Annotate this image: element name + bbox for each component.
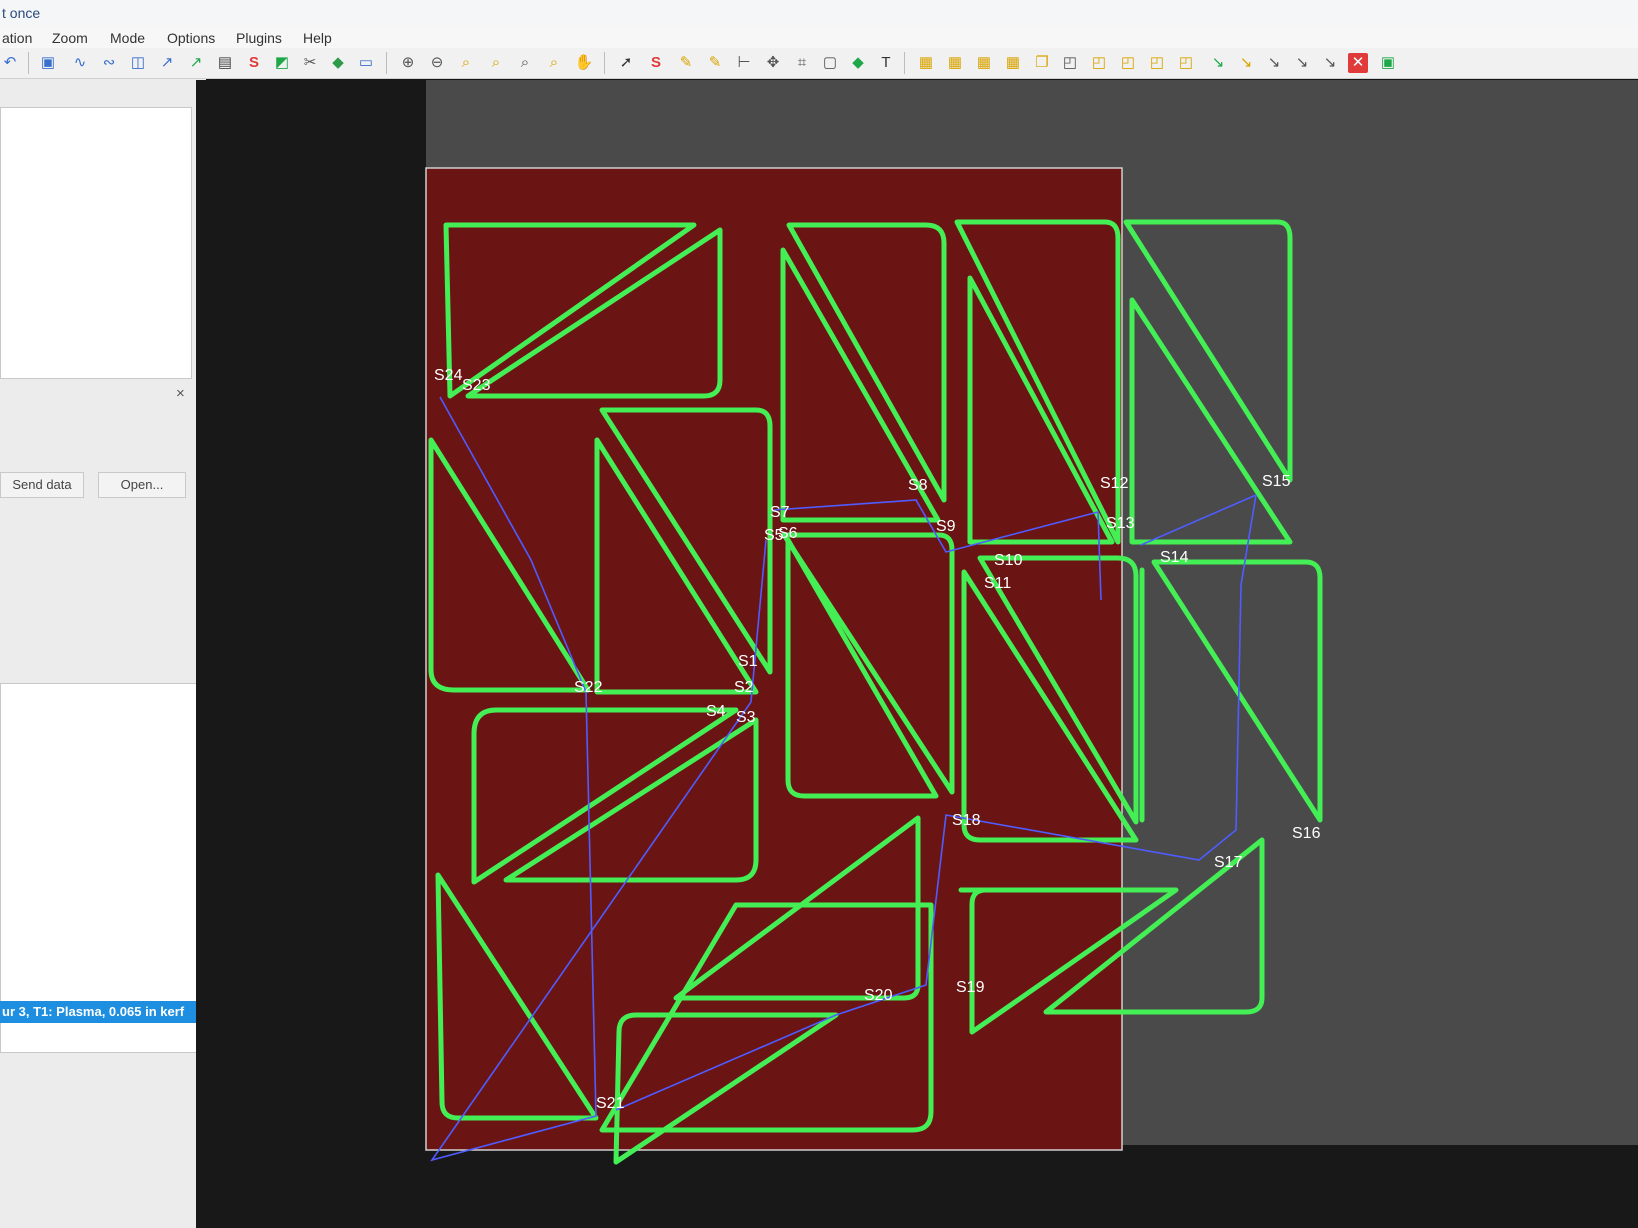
lead-icon[interactable]: ↘	[1208, 53, 1228, 73]
start-label: S15	[1262, 473, 1291, 490]
menu-item-plugins[interactable]: Plugins	[236, 30, 282, 46]
drawing-canvas[interactable]: S24 S23 S1 S2 S3 S4 S5 S6 S7 S8 S9 S10 S…	[196, 80, 1638, 1228]
pointer-icon[interactable]: ➚	[616, 53, 636, 73]
properties-box	[0, 107, 192, 379]
square-icon[interactable]: ◫	[128, 53, 148, 73]
start-label: S23	[462, 377, 491, 394]
start-label: S16	[1292, 825, 1321, 842]
part-icon[interactable]: ◰	[1176, 53, 1196, 73]
zoom-out-icon[interactable]: ⊖	[427, 53, 447, 73]
center-icon[interactable]: ✥	[763, 53, 783, 73]
part-icon[interactable]: ◰	[1089, 53, 1109, 73]
nest-icon[interactable]: ▦	[945, 53, 965, 73]
lead-icon[interactable]: ↘	[1236, 53, 1256, 73]
delete-icon[interactable]: ✕	[1348, 53, 1368, 73]
start-label: S11	[984, 575, 1011, 592]
send-data-button[interactable]: Send data	[0, 472, 84, 498]
layers-icon[interactable]: ▤	[215, 53, 235, 73]
nesting-view: S24 S23 S1 S2 S3 S4 S5 S6 S7 S8 S9 S10 S…	[425, 80, 1638, 1165]
curve-icon[interactable]: ∿	[70, 53, 90, 73]
align-icon[interactable]: ⊢	[734, 53, 754, 73]
path-icon[interactable]: ✎	[676, 53, 696, 73]
start-label: S19	[956, 979, 985, 996]
menu-item-options[interactable]: Options	[167, 30, 215, 46]
part-icon[interactable]: ◰	[1118, 53, 1138, 73]
close-icon[interactable]: ×	[176, 385, 185, 402]
part-icon[interactable]: ◰	[1147, 53, 1167, 73]
start-label: S22	[574, 679, 603, 696]
operations-list	[0, 683, 202, 1053]
cube-icon[interactable]: ◆	[328, 53, 348, 73]
window-title: t once	[0, 0, 1638, 26]
start-label: S24	[434, 367, 463, 384]
layer-icon[interactable]: ❐	[1032, 53, 1052, 73]
scissors-icon[interactable]: ✂	[300, 53, 320, 73]
start-label: S9	[936, 518, 956, 535]
pan-icon[interactable]: ✋	[574, 53, 594, 73]
toolbar-separator	[904, 52, 905, 74]
start-label: S13	[1106, 515, 1135, 532]
menu-bar: ation Zoom Mode Options Plugins Help	[0, 26, 1638, 50]
zoom-box-icon[interactable]: ⌕	[515, 53, 535, 73]
menu-item-help[interactable]: Help	[303, 30, 332, 46]
start-label: S6	[778, 525, 798, 542]
zoom-tool-icon[interactable]: ⌕	[486, 53, 506, 73]
toolbar-separator	[28, 52, 29, 74]
start-label: S17	[1214, 854, 1243, 871]
curve-icon[interactable]: ∾	[99, 53, 119, 73]
start-label: S14	[1160, 549, 1189, 566]
zoom-in-icon[interactable]: ⊕	[398, 53, 418, 73]
start-label: S20	[864, 987, 893, 1004]
marker-icon[interactable]: ◆	[848, 53, 868, 73]
undo-icon[interactable]: ↶	[0, 53, 20, 73]
import-icon[interactable]: ◩	[272, 53, 292, 73]
window-icon[interactable]: ▭	[356, 53, 376, 73]
start-label: S8	[908, 477, 928, 494]
arrow-icon[interactable]: ↗	[186, 53, 206, 73]
start-label: S1	[738, 653, 758, 670]
part-icon[interactable]: ◰	[1060, 53, 1080, 73]
snap-icon[interactable]: S	[244, 53, 264, 73]
nest-icon[interactable]: ▦	[916, 53, 936, 73]
start-label: S2	[734, 679, 754, 696]
start-point-icon[interactable]: S	[646, 53, 666, 73]
left-panel: × Send data Open... ur 3, T1: Plasma, 0.…	[0, 79, 206, 1228]
start-label: S12	[1100, 475, 1129, 492]
toolbar-separator	[386, 52, 387, 74]
nest-icon[interactable]: ▦	[974, 53, 994, 73]
start-label: S3	[736, 709, 756, 726]
start-label: S7	[770, 504, 790, 521]
lead-icon[interactable]: ↘	[1320, 53, 1340, 73]
path-icon[interactable]: ✎	[705, 53, 725, 73]
zoom-fit-icon[interactable]: ⌕	[456, 53, 476, 73]
toolbar-separator	[604, 52, 605, 74]
start-label: S18	[952, 812, 981, 829]
zoom-extents-icon[interactable]: ⌕	[544, 53, 564, 73]
nest-icon[interactable]: ▦	[1003, 53, 1023, 73]
menu-item-mode[interactable]: Mode	[110, 30, 145, 46]
menu-item-zoom[interactable]: Zoom	[52, 30, 88, 46]
frame-icon[interactable]: ▢	[820, 53, 840, 73]
start-label: S4	[706, 703, 726, 720]
start-label: S10	[994, 552, 1023, 569]
arrow-icon[interactable]: ↗	[157, 53, 177, 73]
text-icon[interactable]: T	[876, 53, 896, 73]
lead-icon[interactable]: ↘	[1264, 53, 1284, 73]
toolbar: ↶ ▣ ∿ ∾ ◫ ↗ ↗ ▤ S ◩ ✂ ◆ ▭ ⊕ ⊖ ⌕ ⌕ ⌕ ⌕ ✋ …	[0, 48, 1638, 79]
bounds-icon[interactable]: ⌗	[792, 53, 812, 73]
close-icon[interactable]: ▣	[1378, 53, 1398, 73]
lead-icon[interactable]: ↘	[1292, 53, 1312, 73]
open-button[interactable]: Open...	[98, 472, 186, 498]
select-icon[interactable]: ▣	[38, 53, 58, 73]
list-item[interactable]: ur 3, T1: Plasma, 0.065 in kerf	[0, 1001, 206, 1023]
menu-item-operation[interactable]: ation	[2, 30, 32, 46]
start-label: S21	[596, 1095, 625, 1112]
